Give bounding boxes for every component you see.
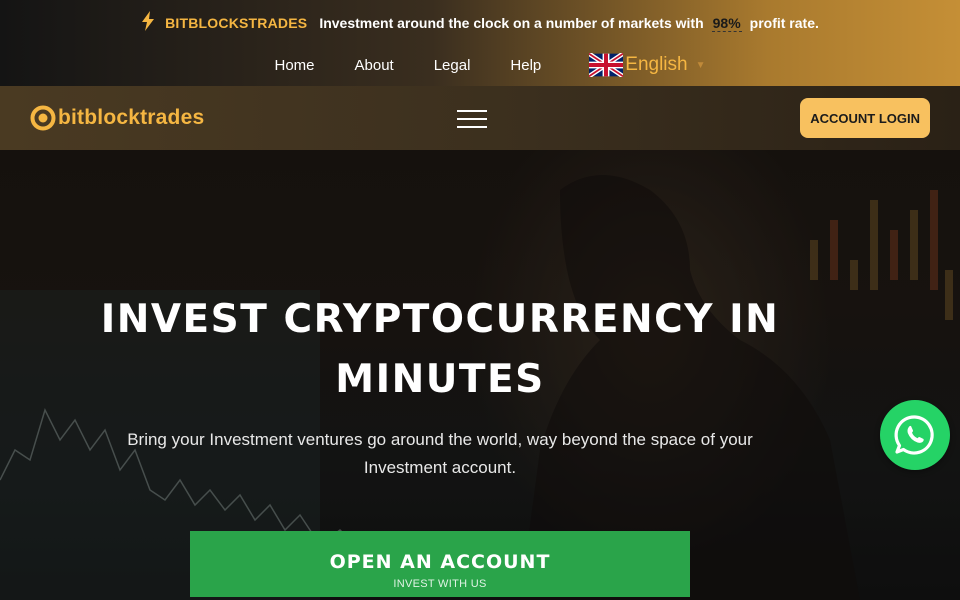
promo-text-before: Investment around the clock on a number … xyxy=(319,15,704,31)
promo-banner: BITBLOCKSTRADES Investment around the cl… xyxy=(0,11,960,35)
nav-home-link[interactable]: Home xyxy=(274,57,314,74)
open-account-button[interactable]: OPEN AN ACCOUNT INVEST WITH US xyxy=(190,531,690,597)
logo-text: bitblocktrades xyxy=(58,106,205,129)
whatsapp-chat-button[interactable] xyxy=(880,400,950,470)
hero-section: INVEST CRYPTOCURRENCY IN MINUTES Bring y… xyxy=(0,150,960,600)
hero-subtitle: Bring your Investment ventures go around… xyxy=(127,430,753,477)
whatsapp-icon xyxy=(894,415,934,455)
language-selector[interactable]: English ▼ xyxy=(589,53,706,77)
promo-brand: BITBLOCKSTRADES xyxy=(165,15,308,31)
cta-main-label: OPEN AN ACCOUNT xyxy=(329,550,551,573)
nav-help-link[interactable]: Help xyxy=(510,57,541,74)
nav-about-link[interactable]: About xyxy=(355,57,394,74)
site-logo[interactable]: bitblocktrades xyxy=(30,105,204,131)
uk-flag-icon xyxy=(589,53,624,77)
account-login-button[interactable]: ACCOUNT LOGIN xyxy=(800,98,930,138)
nav-legal-link[interactable]: Legal xyxy=(434,57,471,74)
logo-mark-icon xyxy=(30,105,56,131)
site-header: bitblocktrades ACCOUNT LOGIN xyxy=(0,86,960,150)
language-label: English xyxy=(625,54,688,75)
caret-down-icon: ▼ xyxy=(695,59,706,71)
hamburger-menu-icon[interactable] xyxy=(457,110,487,128)
promo-text-after: profit rate. xyxy=(749,15,819,31)
cta-sub-label: INVEST WITH US xyxy=(393,577,487,590)
hero-title: INVEST CRYPTOCURRENCY IN MINUTES xyxy=(100,297,780,402)
top-promo-bar: BITBLOCKSTRADES Investment around the cl… xyxy=(0,0,960,86)
promo-rate: 98% xyxy=(711,14,742,32)
top-nav: Home About Legal Help English ▼ xyxy=(0,50,960,80)
lightning-icon xyxy=(141,11,155,35)
